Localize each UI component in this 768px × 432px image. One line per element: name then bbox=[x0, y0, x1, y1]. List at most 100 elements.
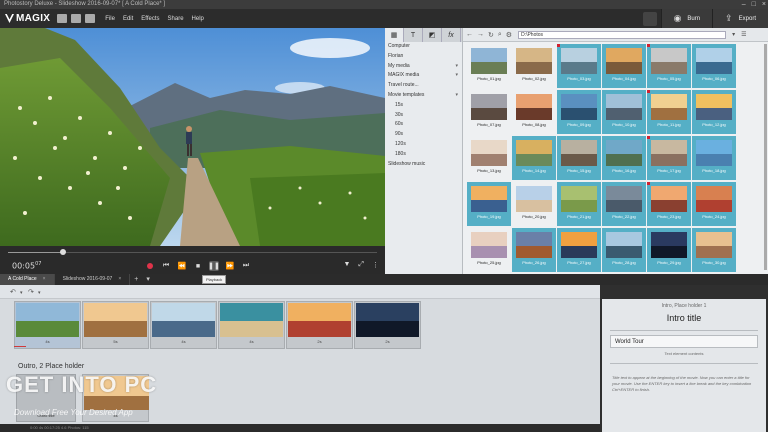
save-icon[interactable] bbox=[85, 14, 96, 23]
tab-list-icon[interactable]: ▾ bbox=[142, 274, 154, 285]
tree-item[interactable]: Florian bbox=[385, 52, 462, 62]
file-thumbnail[interactable]: Photo_24.jpg bbox=[692, 182, 736, 226]
tree-item[interactable]: 60s bbox=[385, 120, 462, 130]
file-thumbnail[interactable]: Photo_27.jpg bbox=[557, 228, 601, 272]
new-file-icon[interactable] bbox=[57, 14, 68, 23]
file-thumbnail[interactable]: Photo_18.jpg bbox=[692, 136, 736, 180]
file-thumbnail[interactable]: Photo_17.jpg bbox=[647, 136, 691, 180]
file-thumbnail[interactable]: Photo_03.jpg bbox=[557, 44, 601, 88]
fast-forward-button[interactable]: ⏩ bbox=[225, 261, 235, 271]
file-thumbnail[interactable]: Photo_28.jpg bbox=[602, 228, 646, 272]
grid-scrollbar[interactable] bbox=[764, 44, 767, 270]
record-button[interactable] bbox=[145, 261, 155, 271]
menu-file[interactable]: File bbox=[101, 16, 119, 22]
chevron-down-icon[interactable]: ▾ bbox=[455, 62, 458, 72]
tree-item[interactable]: 120s bbox=[385, 140, 462, 150]
file-thumbnail[interactable]: Photo_01.jpg bbox=[467, 44, 511, 88]
storyboard-clip[interactable]: 4s bbox=[150, 301, 217, 349]
tree-item[interactable]: My media ▾ bbox=[385, 62, 462, 72]
search-icon[interactable]: ⌕ bbox=[498, 31, 502, 39]
file-thumbnail[interactable]: Photo_15.jpg bbox=[557, 136, 601, 180]
file-thumbnail[interactable]: Photo_29.jpg bbox=[647, 228, 691, 272]
stop-button[interactable]: ■ bbox=[193, 261, 203, 271]
chevron-down-icon[interactable]: ▾ bbox=[455, 71, 458, 81]
file-thumbnail[interactable]: Photo_11.jpg bbox=[647, 90, 691, 134]
file-thumbnail[interactable]: Photo_10.jpg bbox=[602, 90, 646, 134]
file-thumbnail[interactable]: Photo_13.jpg bbox=[467, 136, 511, 180]
path-dropdown-icon[interactable]: ▾ bbox=[732, 31, 735, 38]
add-tab-icon[interactable]: + bbox=[130, 274, 142, 285]
file-thumbnail[interactable]: Photo_21.jpg bbox=[557, 182, 601, 226]
file-thumbnail[interactable]: Photo_23.jpg bbox=[647, 182, 691, 226]
grid-view-icon[interactable]: ▦ bbox=[385, 28, 404, 42]
video-preview[interactable] bbox=[0, 28, 385, 246]
file-thumbnail[interactable]: Photo_05.jpg bbox=[647, 44, 691, 88]
tab-a-cold-place[interactable]: A Cold Place × bbox=[0, 274, 55, 285]
tree-item[interactable]: 90s bbox=[385, 130, 462, 140]
preview-dropdown-icon[interactable]: ▼ bbox=[343, 261, 350, 269]
storyboard-clip[interactable]: 4s bbox=[14, 301, 81, 349]
file-thumbnail[interactable]: Photo_20.jpg bbox=[512, 182, 556, 226]
file-thumbnail[interactable]: Photo_09.jpg bbox=[557, 90, 601, 134]
gear-icon[interactable]: ⚙ bbox=[506, 31, 512, 39]
minimize-icon[interactable]: – bbox=[742, 0, 746, 9]
file-thumbnail[interactable]: Photo_25.jpg bbox=[467, 228, 511, 272]
file-thumbnail[interactable]: Photo_30.jpg bbox=[692, 228, 736, 272]
close-tab-icon[interactable]: × bbox=[43, 274, 46, 285]
title-text-field[interactable]: World Tour bbox=[610, 335, 758, 348]
redo-dropdown-icon[interactable]: ▾ bbox=[38, 290, 41, 296]
templates-tab-icon[interactable]: ◩ bbox=[423, 28, 442, 42]
storyboard-clip[interactable]: 2s bbox=[354, 301, 421, 349]
forward-arrow-icon[interactable]: → bbox=[477, 31, 484, 38]
file-thumbnail[interactable]: Photo_19.jpg bbox=[467, 182, 511, 226]
rewind-button[interactable]: ⏪ bbox=[177, 261, 187, 271]
tree-item[interactable]: Movie templates ▾ bbox=[385, 91, 462, 101]
tree-item[interactable]: MAGIX media ▾ bbox=[385, 71, 462, 81]
play-pause-button[interactable]: ❚❚ bbox=[208, 261, 220, 271]
storyboard-clip[interactable]: 2s bbox=[286, 301, 353, 349]
file-thumbnail[interactable]: Photo_22.jpg bbox=[602, 182, 646, 226]
burn-button[interactable]: ◉ Burn bbox=[660, 9, 713, 28]
more-options-icon[interactable]: ⋮ bbox=[372, 261, 379, 269]
file-thumbnail[interactable]: Photo_08.jpg bbox=[512, 90, 556, 134]
go-to-start-button[interactable]: ⏮ bbox=[161, 261, 171, 271]
file-thumbnail[interactable]: Photo_04.jpg bbox=[602, 44, 646, 88]
scrubber-handle[interactable] bbox=[60, 249, 67, 255]
text-tab-icon[interactable]: T bbox=[404, 28, 423, 42]
tab-slideshow[interactable]: Slideshow 2016-09-07 × bbox=[55, 274, 131, 285]
tree-item[interactable]: 15s bbox=[385, 101, 462, 111]
tree-item[interactable]: Computer bbox=[385, 42, 462, 52]
path-input[interactable]: D:\Photos bbox=[518, 30, 727, 39]
file-thumbnail[interactable]: Photo_26.jpg bbox=[512, 228, 556, 272]
tree-item[interactable]: Travel route... bbox=[385, 81, 462, 91]
file-thumbnail[interactable]: Photo_02.jpg bbox=[512, 44, 556, 88]
storyboard-clip[interactable]: 4s bbox=[218, 301, 285, 349]
tree-item[interactable]: 30s bbox=[385, 111, 462, 121]
close-icon[interactable]: × bbox=[762, 0, 766, 9]
storyboard-clip[interactable]: 5s bbox=[82, 301, 149, 349]
tree-item[interactable]: 180s bbox=[385, 150, 462, 160]
file-thumbnail[interactable]: Photo_16.jpg bbox=[602, 136, 646, 180]
file-thumbnail[interactable]: Photo_07.jpg bbox=[467, 90, 511, 134]
export-button[interactable]: ⇪ Export bbox=[712, 9, 768, 28]
back-arrow-icon[interactable]: ← bbox=[466, 31, 473, 38]
file-thumbnail[interactable]: Photo_14.jpg bbox=[512, 136, 556, 180]
open-folder-icon[interactable] bbox=[71, 14, 82, 23]
tree-item[interactable]: Slideshow music bbox=[385, 160, 462, 170]
close-tab-icon[interactable]: × bbox=[118, 274, 121, 285]
redo-icon[interactable]: ↷ bbox=[28, 288, 34, 296]
undo-icon[interactable]: ↶ bbox=[10, 288, 16, 296]
view-options-icon[interactable]: ☰ bbox=[741, 31, 746, 38]
chevron-down-icon[interactable]: ▾ bbox=[455, 91, 458, 101]
menu-share[interactable]: Share bbox=[164, 16, 188, 22]
go-to-end-button[interactable]: ⏭ bbox=[241, 261, 251, 271]
playback-scrubber[interactable] bbox=[0, 246, 385, 258]
menu-help[interactable]: Help bbox=[188, 16, 208, 22]
layout-toggle-icon[interactable] bbox=[642, 11, 657, 26]
file-thumbnail[interactable]: Photo_12.jpg bbox=[692, 90, 736, 134]
fullscreen-icon[interactable]: ⤢ bbox=[358, 261, 364, 269]
menu-effects[interactable]: Effects bbox=[137, 16, 163, 22]
file-thumbnail[interactable]: Photo_06.jpg bbox=[692, 44, 736, 88]
refresh-icon[interactable]: ↻ bbox=[488, 31, 494, 39]
menu-edit[interactable]: Edit bbox=[119, 16, 137, 22]
